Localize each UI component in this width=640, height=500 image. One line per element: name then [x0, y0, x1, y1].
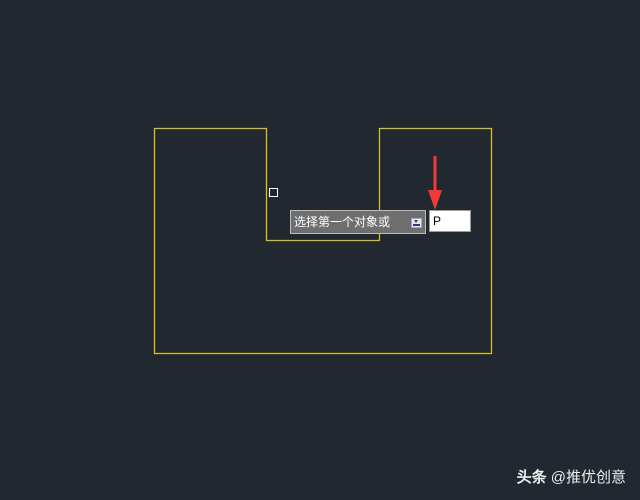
red-arrow-annotation [428, 156, 442, 210]
dropdown-arrow-icon[interactable] [411, 218, 422, 228]
dynamic-input-field[interactable]: P [429, 210, 471, 232]
watermark: 头条 @推优创意 [517, 466, 626, 487]
drawing-canvas[interactable] [0, 0, 640, 500]
pickbox-cursor-icon [269, 188, 278, 197]
watermark-author: @推优创意 [550, 469, 626, 486]
prompt-text: 选择第一个对象或 [294, 215, 391, 229]
watermark-brand: 头条 [516, 469, 547, 486]
command-prompt-tooltip: 选择第一个对象或 [290, 210, 426, 234]
u-shape-outline[interactable] [153, 127, 493, 355]
